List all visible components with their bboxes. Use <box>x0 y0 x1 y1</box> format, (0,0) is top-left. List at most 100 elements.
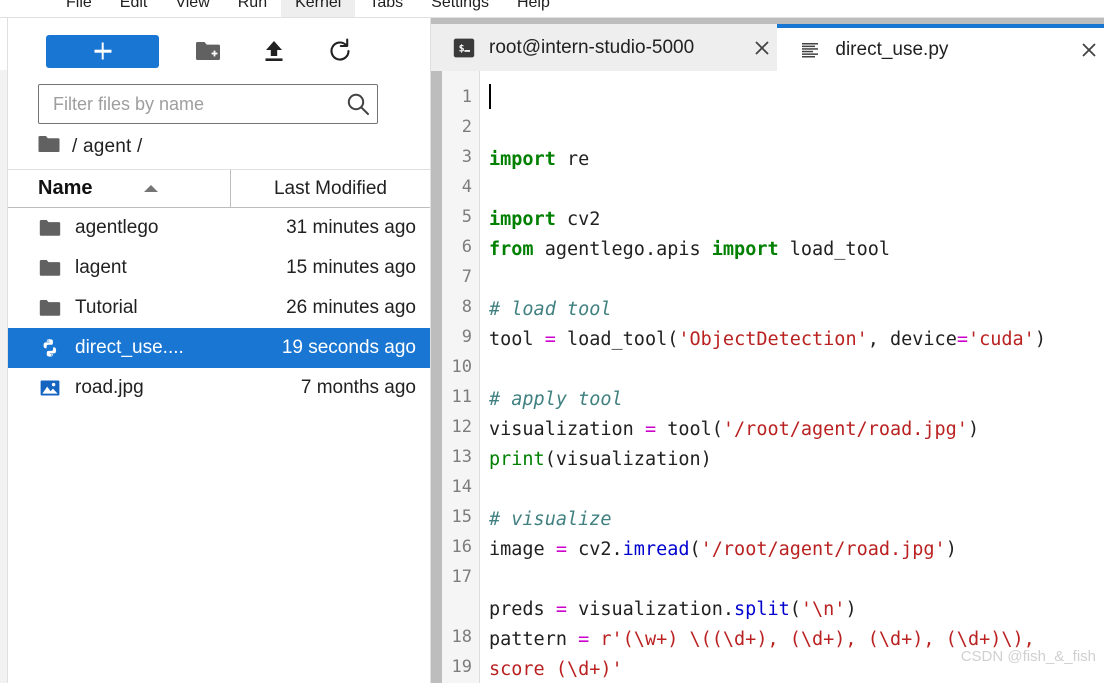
code-line: print(visualization) <box>489 445 1104 475</box>
code-token: # visualize <box>489 509 612 530</box>
python-icon <box>38 337 62 359</box>
line-number: 16 <box>451 537 472 557</box>
code-line: pattern = r'(\w+) \((\d+), (\d+), (\d+),… <box>489 625 1104 683</box>
line-number-gutter: 1 2 3 4 5 6 7 8 9 10 11 12 13 14 15 16 17 18 19 <box>442 71 480 683</box>
menu-item-view[interactable]: View <box>161 0 223 17</box>
tab-label: direct_use.py <box>835 38 949 60</box>
column-header-last-modified[interactable]: Last Modified <box>230 170 430 207</box>
line-number: 3 <box>461 147 472 167</box>
file-name: lagent <box>75 257 127 278</box>
menu-bar: File Edit View Run Kernel Tabs Settings Help <box>0 0 1104 18</box>
code-token: score (\d+)' <box>489 659 623 680</box>
file-list-item[interactable]: lagent 15 minutes ago <box>8 248 430 288</box>
code-token: = <box>555 599 567 620</box>
tab-root-intern-studio-5000[interactable]: $ root@intern-studio-5000 <box>431 24 778 71</box>
terminal-icon: $ <box>453 38 475 57</box>
tab-label: root@intern-studio-5000 <box>489 36 695 58</box>
code-token: ( <box>789 599 801 620</box>
line-number: 13 <box>451 447 472 467</box>
code-token: load_tool <box>778 239 890 260</box>
line-number: 15 <box>451 507 472 527</box>
code-line: tool = load_tool('ObjectDetection', devi… <box>489 325 1104 355</box>
code-line: # visualize <box>489 505 1104 535</box>
code-token: import <box>489 149 556 170</box>
file-list-header: Name Last Modified <box>8 170 430 208</box>
upload-icon[interactable] <box>251 33 297 69</box>
code-token: 'ObjectDetection' <box>678 329 868 350</box>
python-icon <box>43 339 57 357</box>
code-token: cv2 <box>555 209 601 230</box>
file-name: direct_use.... <box>75 337 184 358</box>
activity-bar[interactable] <box>0 18 8 683</box>
column-header-name[interactable]: Name <box>18 177 230 200</box>
new-folder-icon[interactable] <box>185 33 231 69</box>
code-token: cv2. <box>566 539 623 560</box>
menu-items: File Edit View Run Kernel Tabs Settings Help <box>52 0 564 17</box>
code-line: from agentlego.apis import load_tool <box>489 235 1104 265</box>
svg-text:$: $ <box>459 43 465 54</box>
new-launcher-button[interactable] <box>46 34 159 68</box>
code-token: load_tool( <box>555 329 679 350</box>
tab-bar: $ root@intern-studio-5000 direct_use.py <box>431 18 1104 71</box>
code-token: imread <box>622 539 690 560</box>
main-dock-area: $ root@intern-studio-5000 direct_use.py 12… <box>431 18 1104 683</box>
file-browser-panel: / agent / Name Last Modified agentlego 31… <box>8 18 431 683</box>
line-number: 4 <box>461 177 472 197</box>
filter-files-box[interactable] <box>38 84 378 124</box>
folder-icon <box>38 257 62 279</box>
breadcrumb[interactable]: / agent / <box>8 124 430 170</box>
menu-item-edit[interactable]: Edit <box>106 0 162 17</box>
file-list-item[interactable]: agentlego 31 minutes ago <box>8 208 430 248</box>
file-name: road.jpg <box>75 377 144 398</box>
close-icon[interactable] <box>1074 28 1104 71</box>
code-token: = <box>555 539 567 560</box>
code-token: # load tool <box>489 299 612 320</box>
code-token: (visualization) <box>544 449 712 470</box>
code-token: tool( <box>656 419 723 440</box>
code-token: '\n' <box>800 599 846 620</box>
menu-item-help[interactable]: Help <box>503 0 564 17</box>
line-number: 18 <box>451 627 472 647</box>
folder-icon <box>38 135 60 158</box>
code-token: ) <box>845 599 857 620</box>
code-token: = <box>644 419 657 440</box>
file-last-modified: 31 minutes ago <box>286 217 416 238</box>
code-line-wrap: score (\d+)' <box>489 655 1104 683</box>
menu-item-file[interactable]: File <box>52 0 106 17</box>
plus-icon <box>101 42 104 60</box>
code-token: # apply tool <box>489 389 623 410</box>
column-header-name-label: Name <box>38 177 93 199</box>
editor-vertical-scrollbar[interactable] <box>431 71 442 683</box>
refresh-icon[interactable] <box>317 33 363 69</box>
line-number: 7 <box>461 267 472 287</box>
code-content[interactable]: import re import cv2 from agentlego.apis i… <box>480 71 1104 683</box>
line-number: 2 <box>461 117 472 137</box>
menu-item-tabs[interactable]: Tabs <box>355 0 417 17</box>
line-number: 19 <box>451 657 472 677</box>
tab-direct-use-py[interactable]: direct_use.py <box>777 24 1104 71</box>
file-name: agentlego <box>75 217 159 238</box>
menu-item-settings[interactable]: Settings <box>417 0 503 17</box>
search-icon[interactable] <box>339 85 377 123</box>
file-last-modified: 15 minutes ago <box>286 257 416 278</box>
code-token: agentlego.apis <box>533 239 712 260</box>
menu-item-run[interactable]: Run <box>224 0 281 17</box>
terminal-icon: $ <box>453 37 475 59</box>
folder-icon <box>39 220 61 236</box>
text-cursor <box>489 84 491 109</box>
folder-icon <box>39 300 61 316</box>
file-list-item[interactable]: Tutorial 26 minutes ago <box>8 288 430 328</box>
search-input[interactable] <box>39 93 339 115</box>
file-list-item[interactable]: road.jpg 7 months ago <box>8 368 430 408</box>
line-number: 8 <box>461 297 472 317</box>
menu-item-kernel[interactable]: Kernel <box>281 0 356 17</box>
code-line: import cv2 <box>489 205 1104 235</box>
close-icon[interactable] <box>747 24 777 71</box>
line-number: 6 <box>461 237 472 257</box>
code-token: import <box>711 239 779 260</box>
file-list-item[interactable]: direct_use.... 19 seconds ago <box>8 328 430 368</box>
code-token: from <box>489 239 534 260</box>
